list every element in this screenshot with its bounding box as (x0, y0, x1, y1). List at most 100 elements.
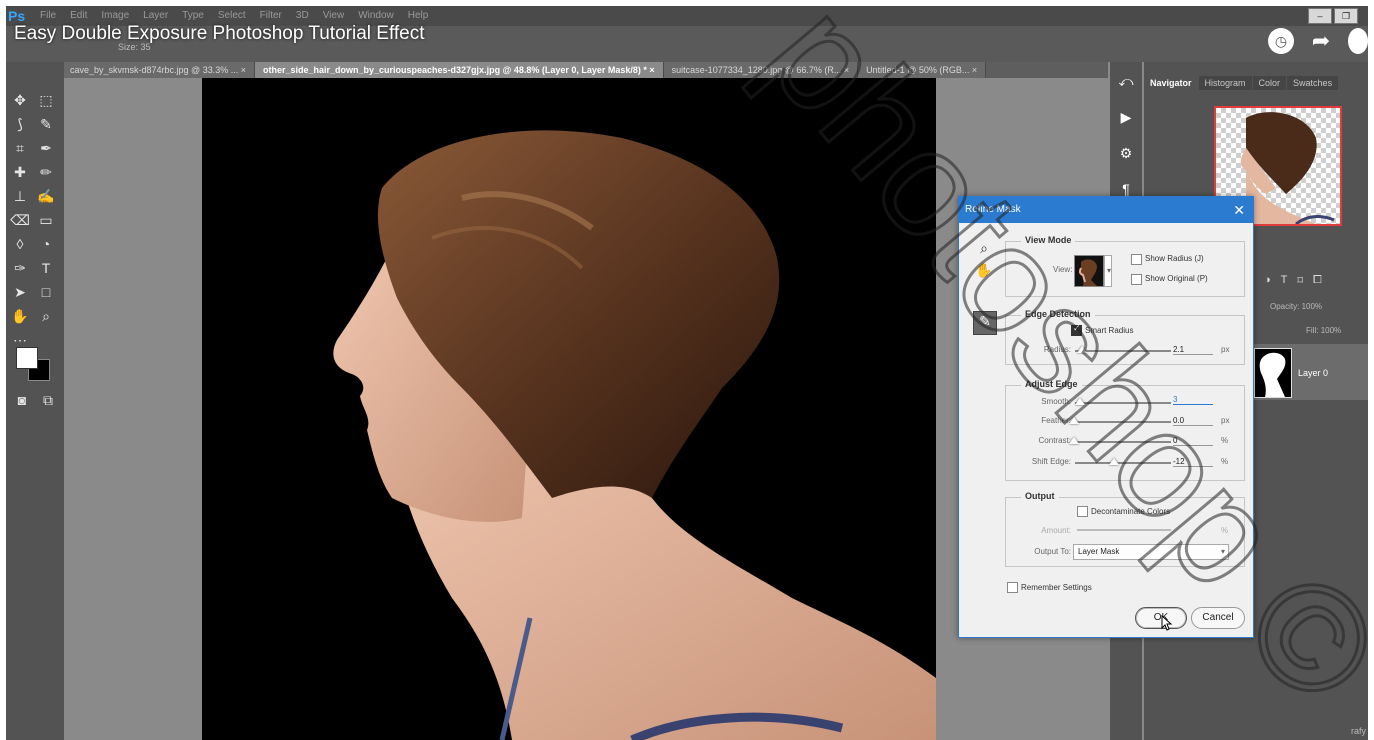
menu-item-help[interactable]: Help (408, 10, 429, 21)
share-icon[interactable]: ➦ (1308, 28, 1334, 54)
radius-value[interactable]: 2.1 (1173, 345, 1213, 355)
menu-item-window[interactable]: Window (358, 10, 394, 21)
show-radius-checkbox[interactable] (1131, 254, 1142, 265)
channel-icon[interactable] (1348, 28, 1368, 54)
output-to-select[interactable]: Layer Mask ▾ (1073, 544, 1229, 560)
blur-tool-icon[interactable]: ◊ (8, 234, 32, 254)
path-select-tool-icon[interactable]: ➤ (8, 282, 32, 302)
type-filter-icon[interactable]: T (1281, 274, 1288, 287)
document-tab[interactable]: cave_by_skvmsk-d874rbc.jpg @ 33.3% ... × (62, 62, 255, 78)
hand-icon[interactable]: ✋ (975, 261, 993, 279)
smooth-slider-thumb[interactable] (1075, 398, 1085, 405)
menu-item-filter[interactable]: Filter (260, 10, 282, 21)
remember-settings-checkbox[interactable] (1007, 582, 1018, 593)
shape-filter-icon[interactable]: ⌑ (1297, 274, 1303, 287)
radius-unit: px (1221, 345, 1230, 354)
move-tool-icon[interactable]: ✥ (8, 90, 32, 110)
smooth-value[interactable]: 3 (1173, 395, 1213, 405)
decontaminate-label: Decontaminate Colors (1091, 507, 1171, 516)
restore-button[interactable]: ❐ (1334, 8, 1358, 24)
refine-mask-dialog: Refine Mask ✕ ⌕ ✋ ✎ View Mode View: ▾ Sh… (958, 196, 1254, 638)
menu-item-file[interactable]: File (40, 10, 56, 21)
watch-later-icon[interactable]: ◷ (1268, 28, 1294, 54)
contrast-slider[interactable] (1075, 441, 1171, 443)
hand-tool-icon[interactable]: ✋ (8, 306, 32, 326)
opacity-control[interactable]: Opacity: 100% (1270, 302, 1322, 311)
crop-tool-icon[interactable]: ⌗ (8, 138, 32, 158)
menu-item-edit[interactable]: Edit (70, 10, 87, 21)
smart-radius-checkbox[interactable] (1071, 323, 1082, 336)
type-tool-icon[interactable]: T (34, 258, 58, 278)
quick-select-tool-icon[interactable]: ✎ (34, 114, 58, 134)
cancel-button[interactable]: Cancel (1191, 607, 1245, 629)
marquee-tool-icon[interactable]: ⬚ (34, 90, 58, 110)
quick-mask-icon[interactable]: ◙ (10, 390, 34, 410)
feather-slider[interactable] (1075, 421, 1171, 423)
panel-tab-navigator[interactable]: Navigator (1144, 76, 1198, 90)
screen-mode-icon[interactable]: ⧉ (36, 390, 60, 410)
panel-tab-histogram[interactable]: Histogram (1198, 76, 1252, 90)
dialog-title: Refine Mask (965, 204, 1021, 215)
smart-radius-label: Smart Radius (1085, 326, 1134, 335)
eyedropper-tool-icon[interactable]: ✒ (34, 138, 58, 158)
menu-item-image[interactable]: Image (101, 10, 129, 21)
panel-tab-swatches[interactable]: Swatches (1287, 76, 1339, 90)
radius-slider[interactable] (1075, 350, 1171, 352)
adjustment-filter-icon[interactable]: ◑ (1264, 274, 1271, 287)
contrast-slider-thumb[interactable] (1069, 437, 1079, 444)
refine-radius-brush-icon[interactable]: ✎ (973, 311, 997, 335)
properties-icon[interactable]: ⚙ (1115, 142, 1137, 164)
eraser-tool-icon[interactable]: ⌫ (8, 210, 32, 230)
lasso-tool-icon[interactable]: ⟆ (8, 114, 32, 134)
dialog-title-bar: Refine Mask ✕ (959, 197, 1253, 223)
radius-slider-thumb[interactable] (1077, 346, 1087, 353)
document-tab[interactable]: other_side_hair_down_by_curiouspeaches-d… (254, 62, 664, 78)
smooth-slider[interactable] (1075, 402, 1171, 404)
shift-edge-value[interactable]: -12 (1173, 457, 1213, 467)
view-mode-heading: View Mode (1021, 235, 1076, 245)
close-icon[interactable]: ✕ (1233, 197, 1245, 223)
feather-unit: px (1221, 416, 1230, 425)
shift-edge-slider-thumb[interactable] (1109, 458, 1119, 465)
output-heading: Output (1021, 491, 1059, 501)
menu-item-view[interactable]: View (323, 10, 345, 21)
layer-filter-icons: ◑ T ⌑ ⧠ (1264, 274, 1322, 287)
contrast-value[interactable]: 0 (1173, 436, 1213, 446)
menu-items: File Edit Image Layer Type Select Filter 3D View… (40, 10, 428, 21)
gradient-tool-icon[interactable]: ▭ (34, 210, 58, 230)
document-tab[interactable]: Untitled-1 @ 50% (RGB... × (858, 62, 987, 78)
fill-control[interactable]: Fill: 100% (1306, 326, 1341, 335)
actions-play-icon[interactable]: ▶ (1115, 106, 1137, 128)
layer-mask-thumbnail[interactable] (1254, 348, 1292, 398)
shift-edge-slider[interactable] (1075, 462, 1171, 464)
pen-tool-icon[interactable]: ✑ (8, 258, 32, 278)
radius-label: Radius: (1043, 345, 1071, 354)
foreground-color-swatch[interactable] (16, 347, 38, 369)
minimize-button[interactable]: – (1308, 8, 1332, 24)
dodge-tool-icon[interactable]: ◔ (34, 234, 58, 254)
view-mode-dropdown[interactable]: ▾ (1104, 255, 1112, 287)
feather-value[interactable]: 0.0 (1173, 416, 1213, 426)
view-mode-group (1005, 241, 1245, 297)
healing-tool-icon[interactable]: ✚ (8, 162, 32, 182)
menu-item-3d[interactable]: 3D (296, 10, 309, 21)
menu-item-select[interactable]: Select (218, 10, 246, 21)
show-original-label: Show Original (P) (1145, 274, 1208, 283)
stamp-tool-icon[interactable]: ⊥ (8, 186, 32, 206)
feather-slider-thumb[interactable] (1069, 417, 1079, 424)
history-icon[interactable]: ⤺ (1115, 70, 1137, 92)
smart-object-filter-icon[interactable]: ⧠ (1313, 274, 1322, 287)
show-original-checkbox[interactable] (1131, 274, 1142, 285)
brush-tool-icon[interactable]: ✏ (34, 162, 58, 182)
decontaminate-checkbox[interactable] (1077, 506, 1088, 517)
menu-item-layer[interactable]: Layer (143, 10, 168, 21)
zoom-icon[interactable]: ⌕ (975, 239, 993, 257)
menu-item-type[interactable]: Type (182, 10, 204, 21)
panel-tab-color[interactable]: Color (1252, 76, 1287, 90)
document-canvas[interactable] (202, 78, 936, 740)
view-mode-preview[interactable] (1074, 255, 1104, 287)
zoom-tool-icon[interactable]: ⌕ (34, 306, 58, 326)
document-tab[interactable]: suitcase-1077334_1280.jpg @ 66.7% (R... … (663, 62, 859, 78)
history-brush-tool-icon[interactable]: ✍ (34, 186, 58, 206)
shape-tool-icon[interactable]: □ (34, 282, 58, 302)
